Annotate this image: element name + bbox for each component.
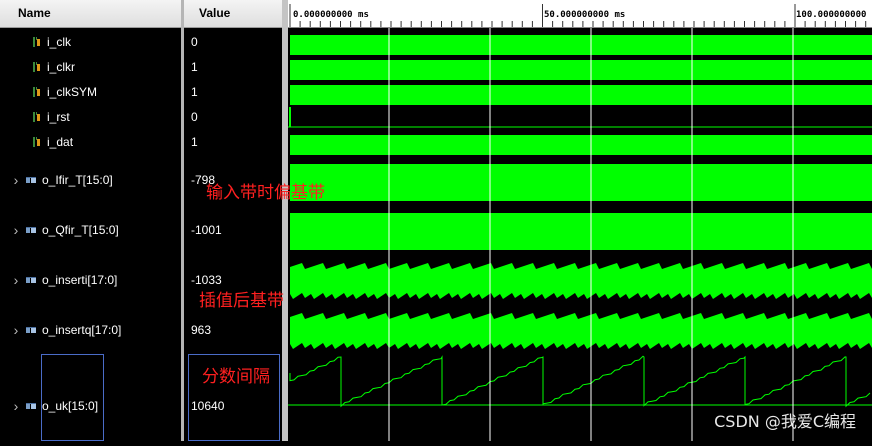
bus-signal-icon <box>25 400 37 412</box>
waveform-area[interactable] <box>288 28 872 441</box>
bit-signal-icon <box>30 36 42 48</box>
annotation-baseband: 输入带时偏基带 <box>206 183 325 203</box>
signal-value: 1 <box>191 135 198 149</box>
time-ruler[interactable]: 0.000000000 ms 50.000000000 ms 100.00000… <box>288 0 872 28</box>
signal-value-row-1[interactable]: 1 <box>184 57 282 77</box>
bus-signal-icon <box>25 274 37 286</box>
watermark: CSDN @我爱C编程 <box>714 412 856 431</box>
signal-name: i_clkr <box>47 60 76 74</box>
expand-chevron-icon[interactable]: › <box>12 398 20 414</box>
signal-value: 0 <box>191 110 198 124</box>
signal-row-5[interactable]: › o_Ifir_T[15:0] <box>0 170 181 190</box>
waveform-o_insertq <box>290 313 872 349</box>
signal-value-row-6[interactable]: -1001 <box>184 220 282 240</box>
bus-signal-icon <box>25 174 37 186</box>
waveform-i_clkSYM <box>290 85 872 105</box>
expand-chevron-icon[interactable]: › <box>12 172 20 188</box>
waveform-i_dat <box>290 135 872 155</box>
waveform-i_rst-edge <box>289 107 291 127</box>
expand-chevron-icon[interactable]: › <box>12 322 20 338</box>
signal-value: 0 <box>191 35 198 49</box>
signal-value: 1 <box>191 60 198 74</box>
bit-signal-icon <box>30 136 42 148</box>
name-highlight-box <box>41 354 104 441</box>
signal-row-2[interactable]: i_clkSYM <box>0 82 181 102</box>
signal-value-row-3[interactable]: 0 <box>184 107 282 127</box>
waveform-i_clkr <box>290 60 872 80</box>
annotation-fraction: 分数间隔 <box>202 367 270 387</box>
value-column-header[interactable]: Value <box>184 0 282 28</box>
expand-chevron-icon[interactable]: › <box>12 272 20 288</box>
tick-label-0: 0.000000000 ms <box>293 10 369 20</box>
signal-name: i_rst <box>47 110 70 124</box>
signal-value: -1033 <box>191 273 222 287</box>
waveform-i_clk <box>290 35 872 55</box>
signal-row-0[interactable]: i_clk <box>0 32 181 52</box>
bit-signal-icon <box>30 61 42 73</box>
signal-name: i_clk <box>47 35 72 49</box>
signal-name: o_inserti[17:0] <box>42 273 118 287</box>
signal-value-row-8[interactable]: 963 <box>184 320 282 340</box>
signal-row-7[interactable]: › o_inserti[17:0] <box>0 270 181 290</box>
signal-value-row-0[interactable]: 0 <box>184 32 282 52</box>
signal-value: 1 <box>191 85 198 99</box>
signal-value-row-2[interactable]: 1 <box>184 82 282 102</box>
signal-name: i_clkSYM <box>47 85 98 99</box>
signal-row-8[interactable]: › o_insertq[17:0] <box>0 320 181 340</box>
waveform-o_Qfir_T <box>290 213 872 250</box>
signal-name: o_Qfir_T[15:0] <box>42 223 119 237</box>
annotation-interpolated: 插值后基带 <box>199 291 284 311</box>
signal-value-row-4[interactable]: 1 <box>184 132 282 152</box>
waveform-canvas[interactable] <box>288 28 872 441</box>
signal-value: -1001 <box>191 223 222 237</box>
waveform-o_inserti <box>290 263 872 299</box>
tick-label-1: 50.000000000 ms <box>544 10 625 20</box>
signal-row-1[interactable]: i_clkr <box>0 57 181 77</box>
signal-name: o_insertq[17:0] <box>42 323 122 337</box>
signal-row-4[interactable]: i_dat <box>0 132 181 152</box>
tick-label-2: 100.000000000 <box>796 10 866 20</box>
waveform-o_uk <box>289 355 871 408</box>
signal-row-6[interactable]: › o_Qfir_T[15:0] <box>0 220 181 240</box>
bit-signal-icon <box>30 86 42 98</box>
bit-signal-icon <box>30 111 42 123</box>
bus-signal-icon <box>25 324 37 336</box>
waveform-o_Ifir_T <box>290 164 872 201</box>
signal-name: o_Ifir_T[15:0] <box>42 173 113 187</box>
time-ruler-svg: 0.000000000 ms 50.000000000 ms 100.00000… <box>289 4 866 27</box>
signal-row-3[interactable]: i_rst <box>0 107 181 127</box>
bus-signal-icon <box>25 224 37 236</box>
expand-chevron-icon[interactable]: › <box>12 222 20 238</box>
signal-name: i_dat <box>47 135 74 149</box>
signal-value: 963 <box>191 323 212 337</box>
name-column-header[interactable]: Name <box>0 0 181 28</box>
